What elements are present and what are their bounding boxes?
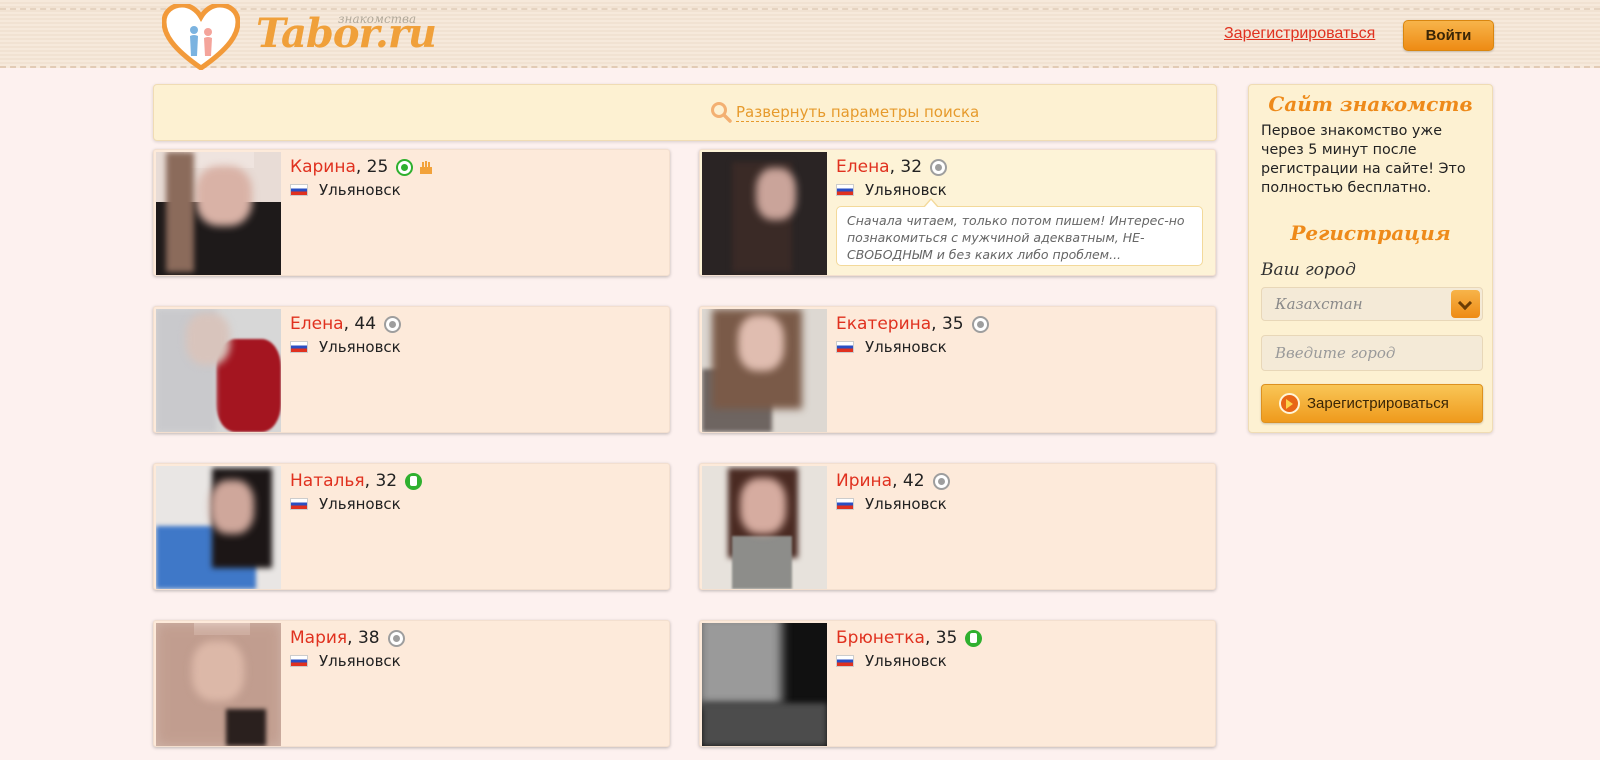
profile-name[interactable]: Елена <box>836 157 890 177</box>
profile-name-line: Ирина , 42 <box>836 471 950 491</box>
profile-card[interactable]: Ирина , 42 Ульяновск <box>699 463 1216 590</box>
online-status-icon <box>396 158 414 176</box>
city-label: Ваш город <box>1261 260 1356 280</box>
profile-name-line: Наталья , 32 <box>290 471 423 491</box>
profile-card[interactable]: Елена , 44 Ульяновск <box>153 306 670 433</box>
profile-location: Ульяновск <box>836 495 947 513</box>
profile-card[interactable]: Екатерина , 35 Ульяновск <box>699 306 1216 433</box>
offline-status-icon <box>971 315 989 333</box>
profile-name-line: Мария , 38 <box>290 628 405 648</box>
profile-name[interactable]: Брюнетка <box>836 628 925 648</box>
sidebar-title: Сайт знакомств <box>1268 92 1473 116</box>
registration-title: Регистрация <box>1290 221 1451 245</box>
expand-search-label: Развернуть параметры поиска <box>736 102 980 122</box>
profile-status-quote: Сначала читаем, только потом пишем! Инте… <box>836 198 1203 266</box>
offline-status-icon <box>930 158 948 176</box>
profile-city: Ульяновск <box>319 181 401 199</box>
profile-photo[interactable] <box>156 152 281 275</box>
profile-name-line: Елена , 32 <box>836 157 948 177</box>
russia-flag-icon <box>290 655 308 667</box>
profile-location: Ульяновск <box>290 652 401 670</box>
profile-age: , 32 <box>889 157 923 177</box>
profile-name-line: Карина , 25 <box>290 157 433 177</box>
profile-card[interactable]: Брюнетка , 35 Ульяновск <box>699 620 1216 747</box>
profile-city: Ульяновск <box>319 495 401 513</box>
profile-card[interactable]: Наталья , 32 Ульяновск <box>153 463 670 590</box>
sidebar-register-button[interactable]: Зарегистрироваться <box>1261 384 1483 423</box>
profile-name[interactable]: Екатерина <box>836 314 931 334</box>
logo-subtitle: знакомства <box>338 12 417 26</box>
profile-city: Ульяновск <box>319 338 401 356</box>
profile-name[interactable]: Карина <box>290 157 356 177</box>
profile-age: , 38 <box>347 628 380 648</box>
profile-age: , 32 <box>364 471 398 491</box>
register-button-label: Зарегистрироваться <box>1307 395 1449 412</box>
profile-card[interactable]: Елена , 32 Ульяновск Сначала читаем, тол… <box>699 149 1216 276</box>
arrow-right-icon <box>1279 393 1300 414</box>
profile-name[interactable]: Наталья <box>290 471 365 491</box>
profile-age: , 44 <box>343 314 377 334</box>
sidebar-description: Первое знакомство уже через 5 минут посл… <box>1261 123 1466 196</box>
offline-status-icon <box>932 472 950 490</box>
profile-age: , 25 <box>355 157 389 177</box>
heart-logo-icon <box>162 4 240 70</box>
profile-name-line: Елена , 44 <box>290 314 402 334</box>
russia-flag-icon <box>290 498 308 510</box>
profile-name-line: Брюнетка , 35 <box>836 628 983 648</box>
search-icon <box>711 102 732 123</box>
profile-photo[interactable] <box>156 309 281 432</box>
city-input[interactable] <box>1261 335 1483 371</box>
profile-name[interactable]: Елена <box>290 314 344 334</box>
mobile-status-icon <box>965 629 983 647</box>
chevron-down-icon[interactable] <box>1451 290 1480 318</box>
profile-age: , 35 <box>924 628 958 648</box>
profile-age: , 42 <box>892 471 925 491</box>
russia-flag-icon <box>836 498 854 510</box>
profile-photo[interactable] <box>156 466 281 589</box>
russia-flag-icon <box>836 184 854 196</box>
profile-location: Ульяновск <box>836 181 947 199</box>
mobile-status-icon <box>405 472 423 490</box>
russia-flag-icon <box>290 184 308 196</box>
site-header: Tabor.ru знакомства Зарегистрироваться В… <box>0 0 1600 70</box>
profile-location: Ульяновск <box>290 181 401 199</box>
profile-location: Ульяновск <box>836 652 947 670</box>
site-logo[interactable]: Tabor.ru знакомства <box>160 0 437 70</box>
profile-city: Ульяновск <box>865 495 947 513</box>
country-select[interactable]: Казахстан <box>1261 287 1483 321</box>
register-link[interactable]: Зарегистрироваться <box>1224 25 1375 43</box>
profile-card[interactable]: Карина , 25 Ульяновск <box>153 149 670 276</box>
profile-photo[interactable] <box>702 152 827 275</box>
profile-photo[interactable] <box>156 623 281 746</box>
profile-photo[interactable] <box>702 623 827 746</box>
profile-card[interactable]: Мария , 38 Ульяновск <box>153 620 670 747</box>
profile-city: Ульяновск <box>865 338 947 356</box>
russia-flag-icon <box>836 341 854 353</box>
profile-name[interactable]: Мария <box>290 628 347 648</box>
profile-location: Ульяновск <box>290 495 401 513</box>
profile-name[interactable]: Ирина <box>836 471 892 491</box>
search-panel: Развернуть параметры поиска <box>153 84 1217 141</box>
profile-age: , 35 <box>931 314 964 334</box>
russia-flag-icon <box>290 341 308 353</box>
profile-city: Ульяновск <box>865 652 947 670</box>
birthday-cake-icon <box>420 161 433 174</box>
russia-flag-icon <box>836 655 854 667</box>
profile-photo[interactable] <box>702 466 827 589</box>
profile-location: Ульяновск <box>836 338 947 356</box>
offline-status-icon <box>384 315 402 333</box>
country-select-value: Казахстан <box>1275 295 1363 313</box>
profile-city: Ульяновск <box>865 181 947 199</box>
registration-sidebar: Сайт знакомств Первое знакомство уже чер… <box>1248 84 1493 433</box>
login-button[interactable]: Войти <box>1403 20 1494 51</box>
profile-photo[interactable] <box>702 309 827 432</box>
profile-name-line: Екатерина , 35 <box>836 314 989 334</box>
expand-search-toggle[interactable]: Развернуть параметры поиска <box>710 101 980 123</box>
profile-location: Ульяновск <box>290 338 401 356</box>
profile-city: Ульяновск <box>319 652 401 670</box>
offline-status-icon <box>387 629 405 647</box>
